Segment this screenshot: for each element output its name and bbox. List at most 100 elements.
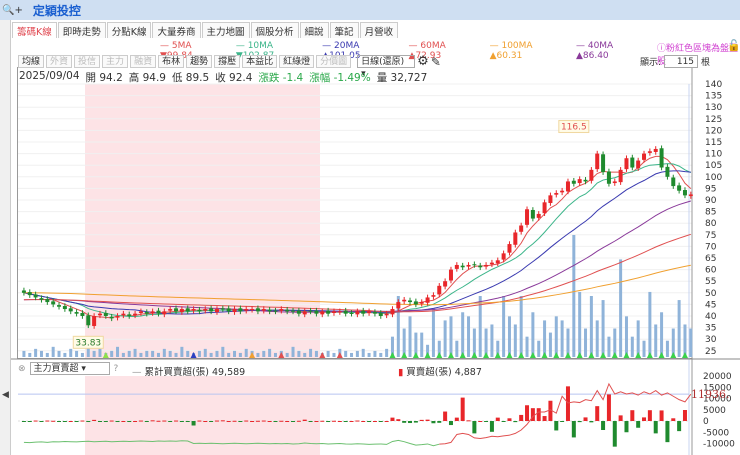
net-bar (255, 420, 260, 422)
candle-body (361, 310, 366, 314)
volume-bar (531, 312, 535, 357)
candle-body (127, 314, 132, 316)
volume-bar (221, 346, 225, 357)
btn-trust[interactable]: 投信 (74, 55, 101, 68)
net-bar (133, 421, 138, 422)
volume-bar (244, 348, 248, 357)
net-bar (80, 420, 85, 422)
lower-y-tick: 20000 (703, 372, 732, 382)
net-bar (349, 421, 354, 422)
volume-bar (34, 348, 38, 357)
last-value-label: 11936. (691, 388, 730, 401)
volume-bar (624, 316, 628, 357)
net-bar (636, 421, 641, 428)
volume-bar (595, 320, 599, 357)
btn-pe[interactable]: 本益比 (242, 55, 278, 68)
volume-bar (203, 348, 207, 357)
display-count-input[interactable]: 115 (664, 55, 699, 68)
net-bar (448, 421, 453, 426)
net-bar (513, 421, 518, 423)
signal-triangle (412, 352, 419, 358)
net-bar (92, 419, 97, 421)
candle-body (665, 166, 670, 177)
settings-gear-icon[interactable]: ⚙ (417, 54, 429, 69)
y-tick-label: 90 (705, 196, 717, 206)
candle-body (577, 179, 582, 184)
candle-body (618, 169, 623, 183)
net-bar (156, 420, 161, 422)
signal-triangle (576, 352, 583, 358)
draw-pen-icon[interactable]: ✎ (431, 55, 441, 69)
volume-bar (98, 348, 102, 357)
btn-foreign[interactable]: 外資 (46, 55, 73, 68)
volume-bar (344, 350, 348, 357)
net-bar (331, 420, 336, 422)
candle-body (121, 313, 126, 316)
btn-main[interactable]: 主力 (102, 55, 129, 68)
net-bar (425, 419, 430, 421)
btn-bollinger[interactable]: 布林 (158, 55, 185, 68)
y-tick-label: 30 (705, 335, 717, 345)
signal-triangle (506, 352, 513, 358)
y-tick-label: 125 (705, 115, 722, 125)
volume-bar (601, 300, 605, 357)
candle-body (138, 311, 143, 313)
candle-body (92, 316, 97, 326)
signal-triangle (553, 352, 560, 358)
net-legend: ▮ 買賣超(張) 4,887 (398, 367, 482, 378)
btn-margin[interactable]: 融資 (130, 55, 157, 68)
btn-traffic-light[interactable]: 紅綠燈 (279, 55, 315, 68)
net-bar (571, 421, 576, 438)
net-bar (665, 421, 670, 443)
volume-bar (461, 312, 465, 357)
net-bar (343, 421, 348, 422)
y-tick-label: 140 (705, 80, 722, 90)
price-annotation-label: 116.5 (561, 123, 587, 133)
net-bar (121, 421, 126, 422)
volume-bar (420, 332, 424, 357)
btn-trend[interactable]: 趨勢 (186, 55, 213, 68)
candle-body (507, 244, 512, 253)
signal-triangle (447, 352, 454, 358)
info-change: 漲跌 -1.4 (258, 72, 304, 84)
net-bar (179, 421, 184, 422)
candle-body (501, 253, 506, 260)
candle-body (478, 265, 483, 268)
btn-support[interactable]: 撐壓 (214, 55, 241, 68)
net-bar (489, 421, 494, 432)
indicator-select[interactable]: 主力買賣超 ▾ (29, 362, 110, 375)
candle-body (630, 157, 635, 168)
net-bar (127, 421, 132, 422)
net-bar (144, 421, 149, 422)
cumulative-legend: — 累計買賣超(張) 49,589 (132, 367, 246, 378)
volume-bar (197, 350, 201, 357)
net-bar (653, 421, 658, 434)
candle-body (57, 305, 62, 307)
y-tick-label: 35 (705, 324, 716, 334)
net-bar (589, 421, 594, 423)
candle-body (279, 309, 284, 311)
help-icon[interactable]: ? (114, 364, 119, 374)
close-panel-icon[interactable]: ⊗ (18, 364, 26, 374)
net-bar (296, 420, 301, 422)
candle-body (174, 308, 179, 312)
btn-price-dist[interactable]: 分價圖 (316, 55, 352, 68)
net-bar (577, 421, 582, 423)
volume-bar (572, 235, 576, 357)
y-tick-label: 80 (705, 219, 717, 229)
signal-triangle (336, 352, 343, 358)
volume-bar (619, 259, 623, 357)
info-high: 高 94.9 (128, 72, 166, 84)
y-tick-label: 65 (705, 254, 716, 264)
net-bar (250, 421, 255, 422)
candle-body (179, 309, 184, 313)
period-select[interactable]: 日線(還原) ▾ (357, 55, 416, 79)
volume-bar (110, 350, 114, 357)
candle-body (343, 310, 348, 314)
btn-ma[interactable]: 均線 (18, 55, 45, 68)
candle-body (402, 299, 407, 302)
candle-body (144, 312, 149, 314)
candle-body (45, 299, 50, 303)
candle-body (185, 308, 190, 312)
net-bar (501, 421, 506, 422)
